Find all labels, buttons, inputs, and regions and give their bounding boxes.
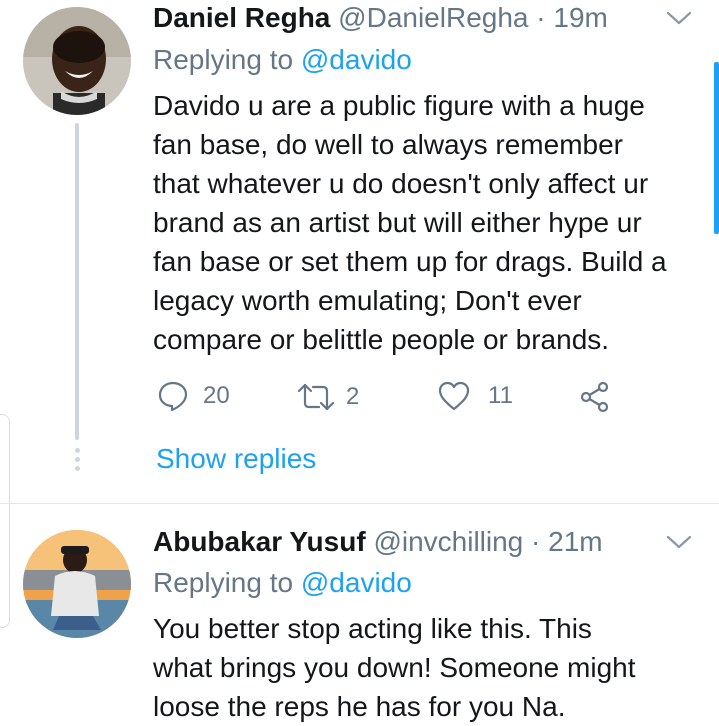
chevron-down-icon[interactable] (666, 10, 692, 31)
reply-icon (157, 380, 189, 412)
user-handle[interactable]: @invchilling (373, 526, 523, 557)
tweet-header: Daniel Regha @DanielRegha · 19m (153, 1, 608, 35)
avatar[interactable] (23, 7, 131, 115)
display-name[interactable]: Daniel Regha (153, 2, 330, 33)
tweet-text-line: what brings you down! Someone might (153, 652, 636, 683)
thread-dot (75, 457, 80, 462)
tweet-text-line: that whatever u do doesn't only affect u… (153, 168, 649, 199)
tweet-text-line: compare or belittle people or brands. (153, 324, 610, 355)
reply-count: 20 (203, 382, 230, 409)
thread-dot (75, 448, 80, 453)
tweet-header: Abubakar Yusuf @invchilling · 21m (153, 525, 603, 559)
tweet-text-line: You better stop acting like this. This (153, 613, 592, 644)
avatar[interactable] (23, 530, 131, 638)
replying-to: Replying to @davido (153, 43, 412, 77)
separator-dot: · (536, 2, 546, 33)
replying-to-label: Replying to (153, 44, 294, 75)
reply-button[interactable]: 20 (157, 380, 230, 412)
tweet-text: Davido u are a public figure with a huge… (153, 86, 667, 359)
timestamp[interactable]: 19m (553, 2, 607, 33)
retweet-count: 2 (346, 383, 360, 410)
separator-dot: · (531, 526, 541, 557)
like-count: 11 (488, 382, 513, 409)
replying-to-label: Replying to (153, 567, 294, 598)
user-handle[interactable]: @DanielRegha (338, 2, 528, 33)
tweet-text-line: legacy worth emulating; Don't ever (153, 285, 582, 316)
share-button[interactable] (579, 381, 611, 413)
mention-link[interactable]: @davido (301, 44, 412, 75)
tweet-text-line: Davido u are a public figure with a huge (153, 90, 645, 121)
tweet-text-line: brand as an artist but will either hype … (153, 207, 642, 238)
retweet-button[interactable]: 2 (296, 382, 359, 412)
heart-icon (438, 381, 470, 411)
retweet-icon (296, 382, 336, 412)
tweet-text: You better stop acting like this. This w… (153, 609, 636, 726)
mention-link[interactable]: @davido (301, 567, 412, 598)
show-replies-link[interactable]: Show replies (156, 442, 316, 476)
divider (0, 503, 719, 504)
like-button[interactable]: 11 (438, 381, 513, 411)
thread-dot (75, 466, 80, 471)
timestamp[interactable]: 21m (548, 526, 602, 557)
chevron-down-icon[interactable] (666, 534, 692, 555)
share-icon (579, 381, 611, 413)
side-panel-edge (0, 414, 10, 628)
display-name[interactable]: Abubakar Yusuf (153, 526, 366, 557)
tweet-text-line: fan base or set them up for drags. Build… (153, 246, 667, 277)
replying-to: Replying to @davido (153, 566, 412, 600)
scrollbar[interactable] (714, 62, 719, 234)
tweet-text-line: fan base, do well to always remember (153, 129, 623, 160)
thread-line (75, 123, 79, 440)
tweet-text-line: loose the reps he has for you Na. (153, 691, 566, 722)
